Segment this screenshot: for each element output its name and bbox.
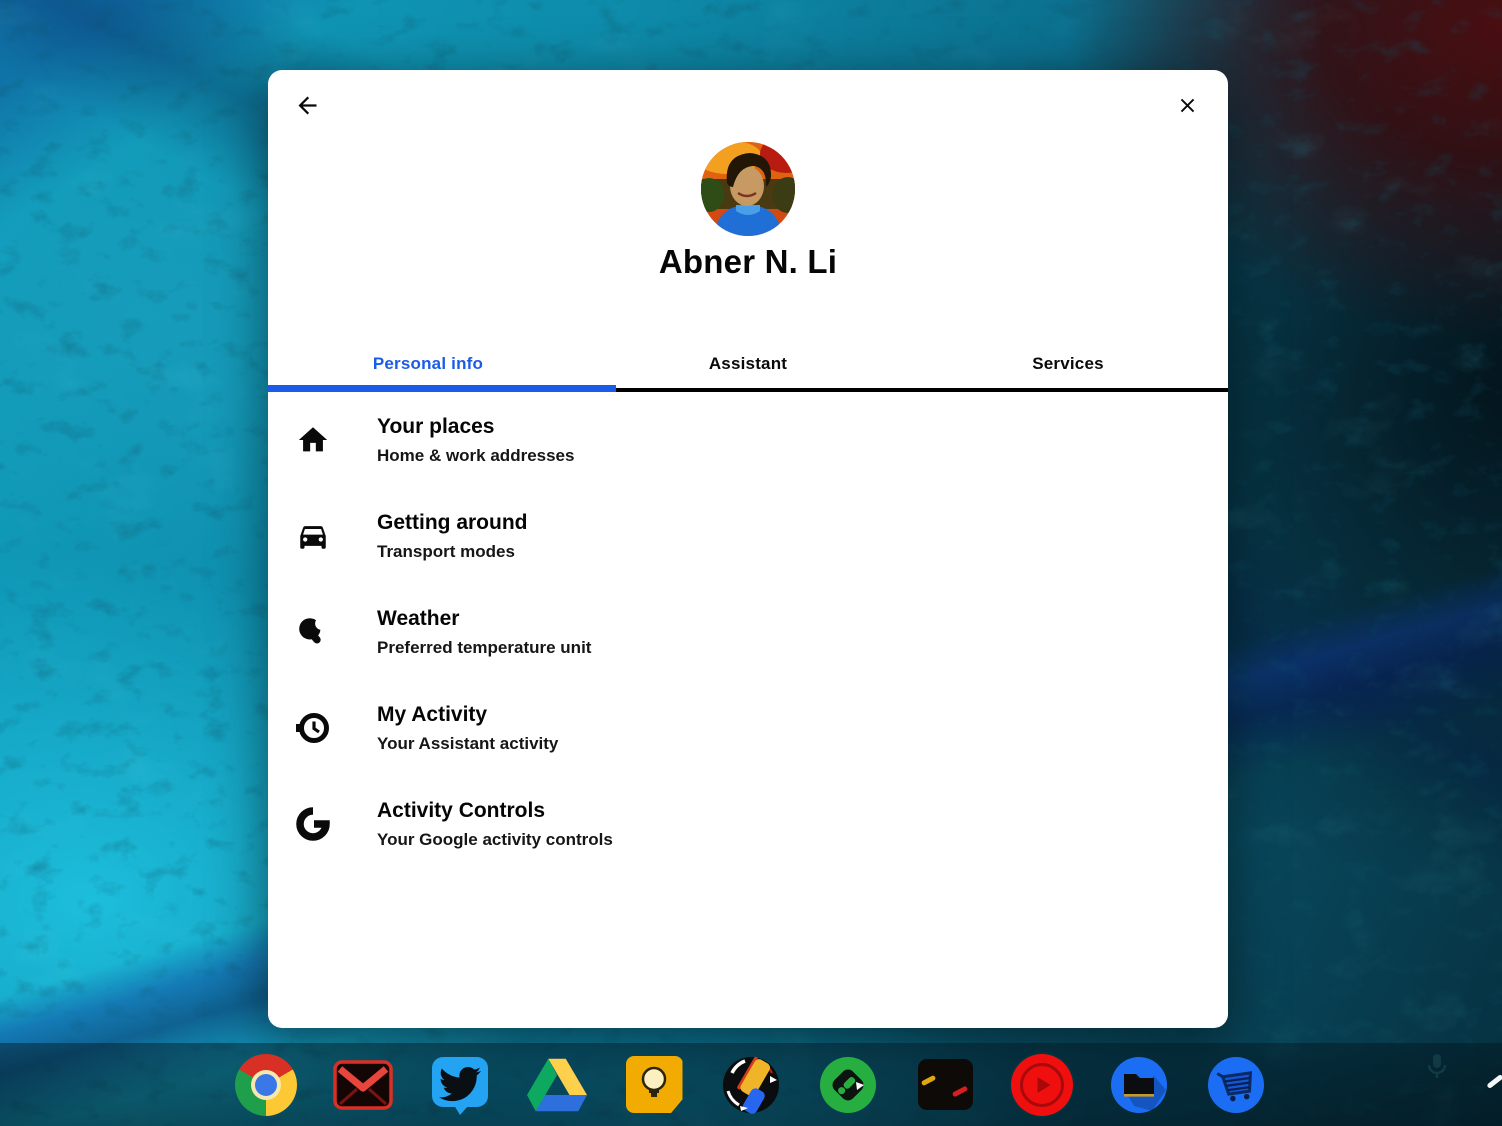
yellow-dash: [920, 1074, 936, 1087]
weather-icon: [299, 617, 328, 644]
chrome-icon: [235, 1053, 297, 1116]
tab-services[interactable]: Services: [908, 322, 1228, 392]
google-express-app-icon[interactable]: [1205, 1054, 1267, 1116]
menu-item-title: Your places: [377, 414, 495, 438]
microphone-icon[interactable]: [1424, 1052, 1450, 1082]
assistant-settings-dialog: Abner N. Li Personal info Assistant Serv…: [268, 70, 1228, 1028]
car-icon: [300, 526, 326, 549]
feedly-icon: [820, 1056, 876, 1113]
google-g-icon: [296, 807, 330, 841]
youtube-music-app-icon[interactable]: [1011, 1053, 1073, 1116]
menu-item-subtitle: Home & work addresses: [377, 445, 575, 465]
menu-item-getting-around[interactable]: Getting around Transport modes: [268, 488, 1228, 584]
gmail-icon: [333, 1059, 393, 1110]
twitter-icon: [432, 1056, 488, 1115]
black-app-glyph: [917, 1059, 973, 1110]
close-icon: [1180, 98, 1194, 112]
adsense-app-icon[interactable]: [720, 1054, 782, 1116]
avatar-photo: [701, 142, 795, 236]
google-drive-app-icon[interactable]: [526, 1054, 588, 1116]
profile-name: Abner N. Li: [658, 243, 838, 280]
menu-item-title: Getting around: [377, 510, 528, 534]
chromeos-shelf: [0, 1043, 1502, 1126]
home-icon: [298, 427, 328, 452]
files-folder-icon: [1111, 1056, 1167, 1113]
twitter-app-icon[interactable]: [429, 1054, 491, 1116]
gmail-app-icon[interactable]: [332, 1054, 394, 1116]
youtube-music-icon: [1011, 1053, 1073, 1116]
menu-item-activity-controls[interactable]: Activity Controls Your Google activity c…: [268, 776, 1228, 872]
avatar: [700, 141, 796, 237]
history-icon: [296, 713, 329, 743]
menu-item-title: My Activity: [377, 702, 488, 726]
menu-item-your-places[interactable]: Your places Home & work addresses: [268, 392, 1228, 488]
menu-item-subtitle: Your Google activity controls: [377, 829, 613, 849]
shopping-cart-icon: [1208, 1056, 1264, 1113]
red-dash: [951, 1085, 968, 1098]
back-button[interactable]: [290, 88, 324, 122]
menu-item-title: Activity Controls: [377, 798, 546, 822]
active-tab-indicator: [268, 385, 616, 392]
google-drive-icon: [527, 1058, 587, 1111]
tab-personal-info[interactable]: Personal info: [268, 322, 588, 392]
menu-item-weather[interactable]: Weather Preferred temperature unit: [268, 584, 1228, 680]
close-button[interactable]: [1170, 88, 1204, 122]
menu-item-subtitle: Transport modes: [377, 541, 515, 561]
google-keep-app-icon[interactable]: [623, 1054, 685, 1116]
black-app-icon[interactable]: [914, 1054, 976, 1116]
menu-item-subtitle: Preferred temperature unit: [377, 637, 592, 657]
files-app-icon[interactable]: [1108, 1054, 1170, 1116]
shelf-app-row: [0, 1043, 1502, 1126]
arrow-back-icon: [298, 96, 316, 114]
menu-item-title: Weather: [377, 606, 460, 630]
menu-item-my-activity[interactable]: My Activity Your Assistant activity: [268, 680, 1228, 776]
settings-menu: Your places Home & work addresses Gettin…: [268, 392, 1228, 872]
tab-bar: Personal info Assistant Services: [268, 322, 1228, 392]
chrome-app-icon[interactable]: [235, 1053, 297, 1116]
menu-item-subtitle: Your Assistant activity: [377, 733, 559, 753]
google-keep-icon: [625, 1056, 683, 1113]
feedly-app-icon[interactable]: [817, 1054, 879, 1116]
adsense-icon: [723, 1056, 779, 1114]
tab-assistant[interactable]: Assistant: [588, 322, 908, 392]
